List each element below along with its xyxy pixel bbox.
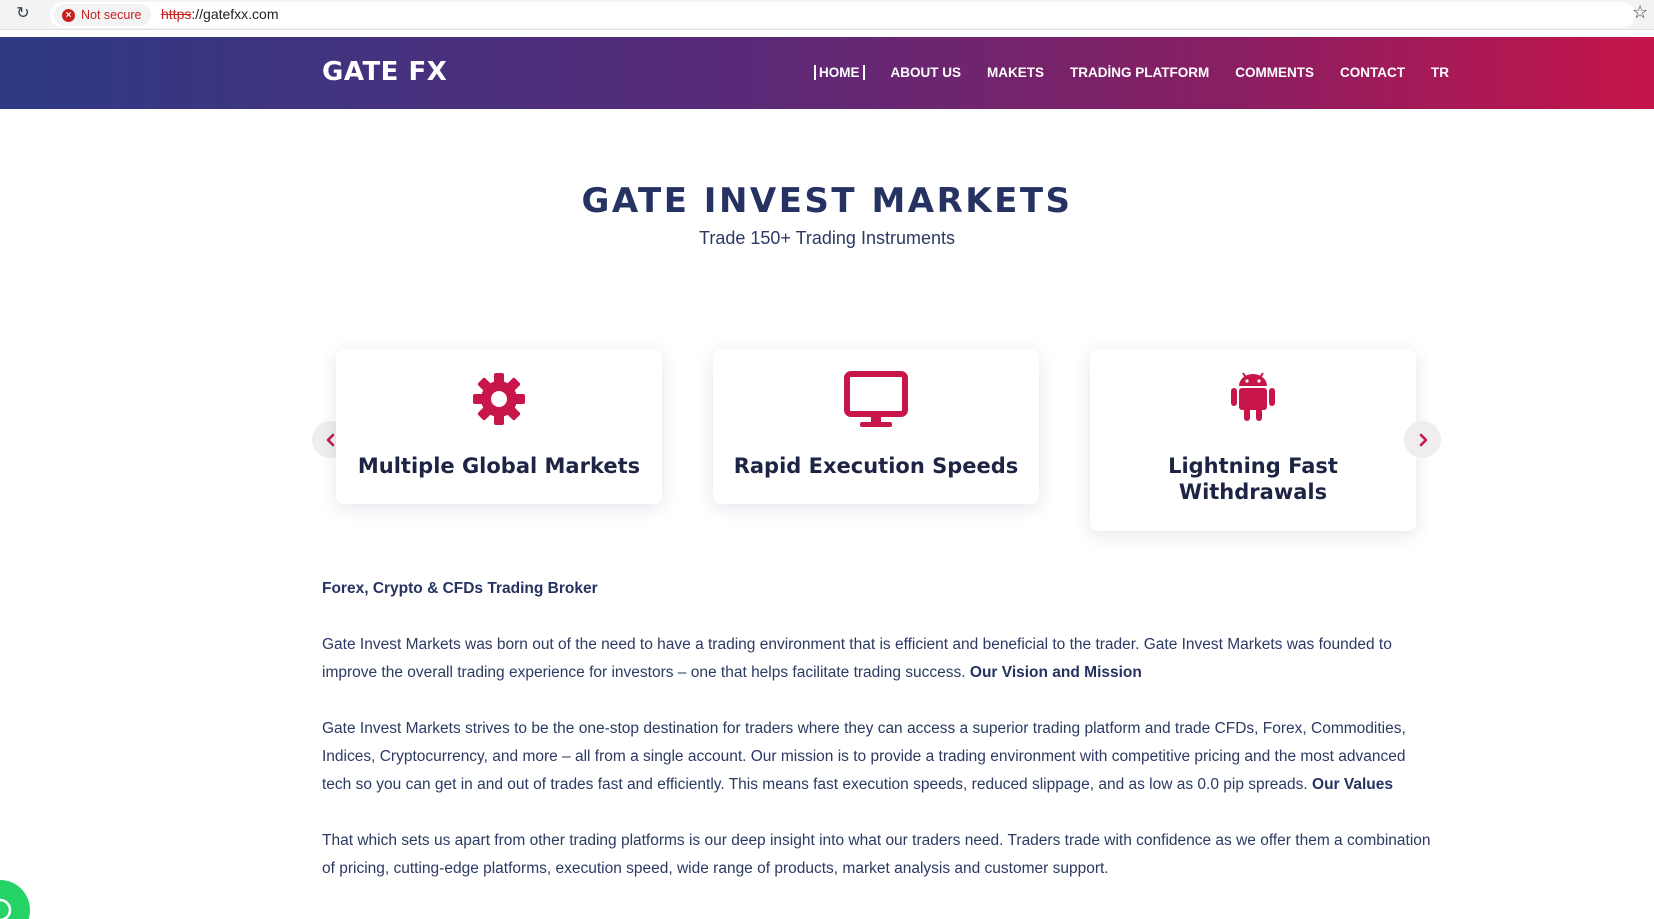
paragraph-text: Gate Invest Markets was born out of the … xyxy=(322,636,1392,681)
url-scheme: https xyxy=(161,6,192,22)
android-icon xyxy=(1090,371,1416,433)
whatsapp-chat-button[interactable] xyxy=(0,880,30,919)
paragraph-text: That which sets us apart from other trad… xyxy=(322,832,1431,877)
nav-about-us[interactable]: ABOUT US xyxy=(891,65,962,80)
paragraph-intro: Gate Invest Markets was born out of the … xyxy=(322,631,1432,687)
nav-home[interactable]: HOME xyxy=(814,65,865,80)
logo-text: GATE FX xyxy=(322,57,448,87)
page-title: GATE INVEST MARKETS xyxy=(581,181,1073,221)
paragraph-text: Gate Invest Markets strives to be the on… xyxy=(322,720,1406,793)
paragraph-values: That which sets us apart from other trad… xyxy=(322,827,1432,883)
values-link[interactable]: Our Values xyxy=(1312,776,1393,793)
feature-card-withdrawals[interactable]: Lightning Fast Withdrawals xyxy=(1090,349,1416,531)
about-section: Forex, Crypto & CFDs Trading Broker Gate… xyxy=(322,575,1432,911)
vision-mission-link[interactable]: Our Vision and Mission xyxy=(970,664,1142,681)
nav-language-tr[interactable]: TR xyxy=(1431,65,1449,80)
chevron-left-icon xyxy=(326,433,334,446)
reload-icon[interactable]: ↻ xyxy=(14,5,32,23)
whatsapp-icon xyxy=(0,898,12,919)
desktop-icon xyxy=(713,371,1039,433)
nav-trading-platform[interactable]: TRADİNG PLATFORM xyxy=(1070,65,1209,80)
url-text[interactable]: https://gatefxx.com xyxy=(161,6,279,22)
paragraph-mission: Gate Invest Markets strives to be the on… xyxy=(322,715,1432,799)
site-logo[interactable]: GATE FX xyxy=(322,57,447,87)
nav-contact[interactable]: CONTACT xyxy=(1340,65,1405,80)
url-host: ://gatefxx.com xyxy=(191,6,279,22)
main-nav: HOME ABOUT US MAKETS TRADİNG PLATFORM CO… xyxy=(814,65,1449,80)
nav-markets[interactable]: MAKETS xyxy=(987,65,1044,80)
warning-icon: × xyxy=(62,8,75,22)
address-bar[interactable]: × Not secure https://gatefxx.com xyxy=(50,2,1635,28)
carousel-next-button[interactable] xyxy=(1404,421,1441,458)
gear-icon xyxy=(336,371,662,433)
site-header: GATE FX HOME ABOUT US MAKETS TRADİNG PLA… xyxy=(0,37,1654,109)
bookmark-star-icon[interactable]: ☆ xyxy=(1632,2,1648,23)
chevron-right-icon xyxy=(1419,433,1427,446)
feature-card-title: Multiple Global Markets xyxy=(357,454,641,478)
security-label: Not secure xyxy=(81,8,142,22)
security-chip[interactable]: × Not secure xyxy=(54,4,152,26)
feature-card-title: Rapid Execution Speeds xyxy=(733,454,1019,478)
nav-comments[interactable]: COMMENTS xyxy=(1235,65,1314,80)
feature-card-execution[interactable]: Rapid Execution Speeds xyxy=(713,349,1039,504)
page-subtitle: Trade 150+ Trading Instruments xyxy=(699,228,955,248)
feature-card-markets[interactable]: Multiple Global Markets xyxy=(336,349,662,504)
section-heading: Forex, Crypto & CFDs Trading Broker xyxy=(322,580,598,597)
feature-card-title: Lightning Fast Withdrawals xyxy=(1168,454,1338,504)
browser-toolbar: ↻ × Not secure https://gatefxx.com ☆ xyxy=(0,0,1654,30)
